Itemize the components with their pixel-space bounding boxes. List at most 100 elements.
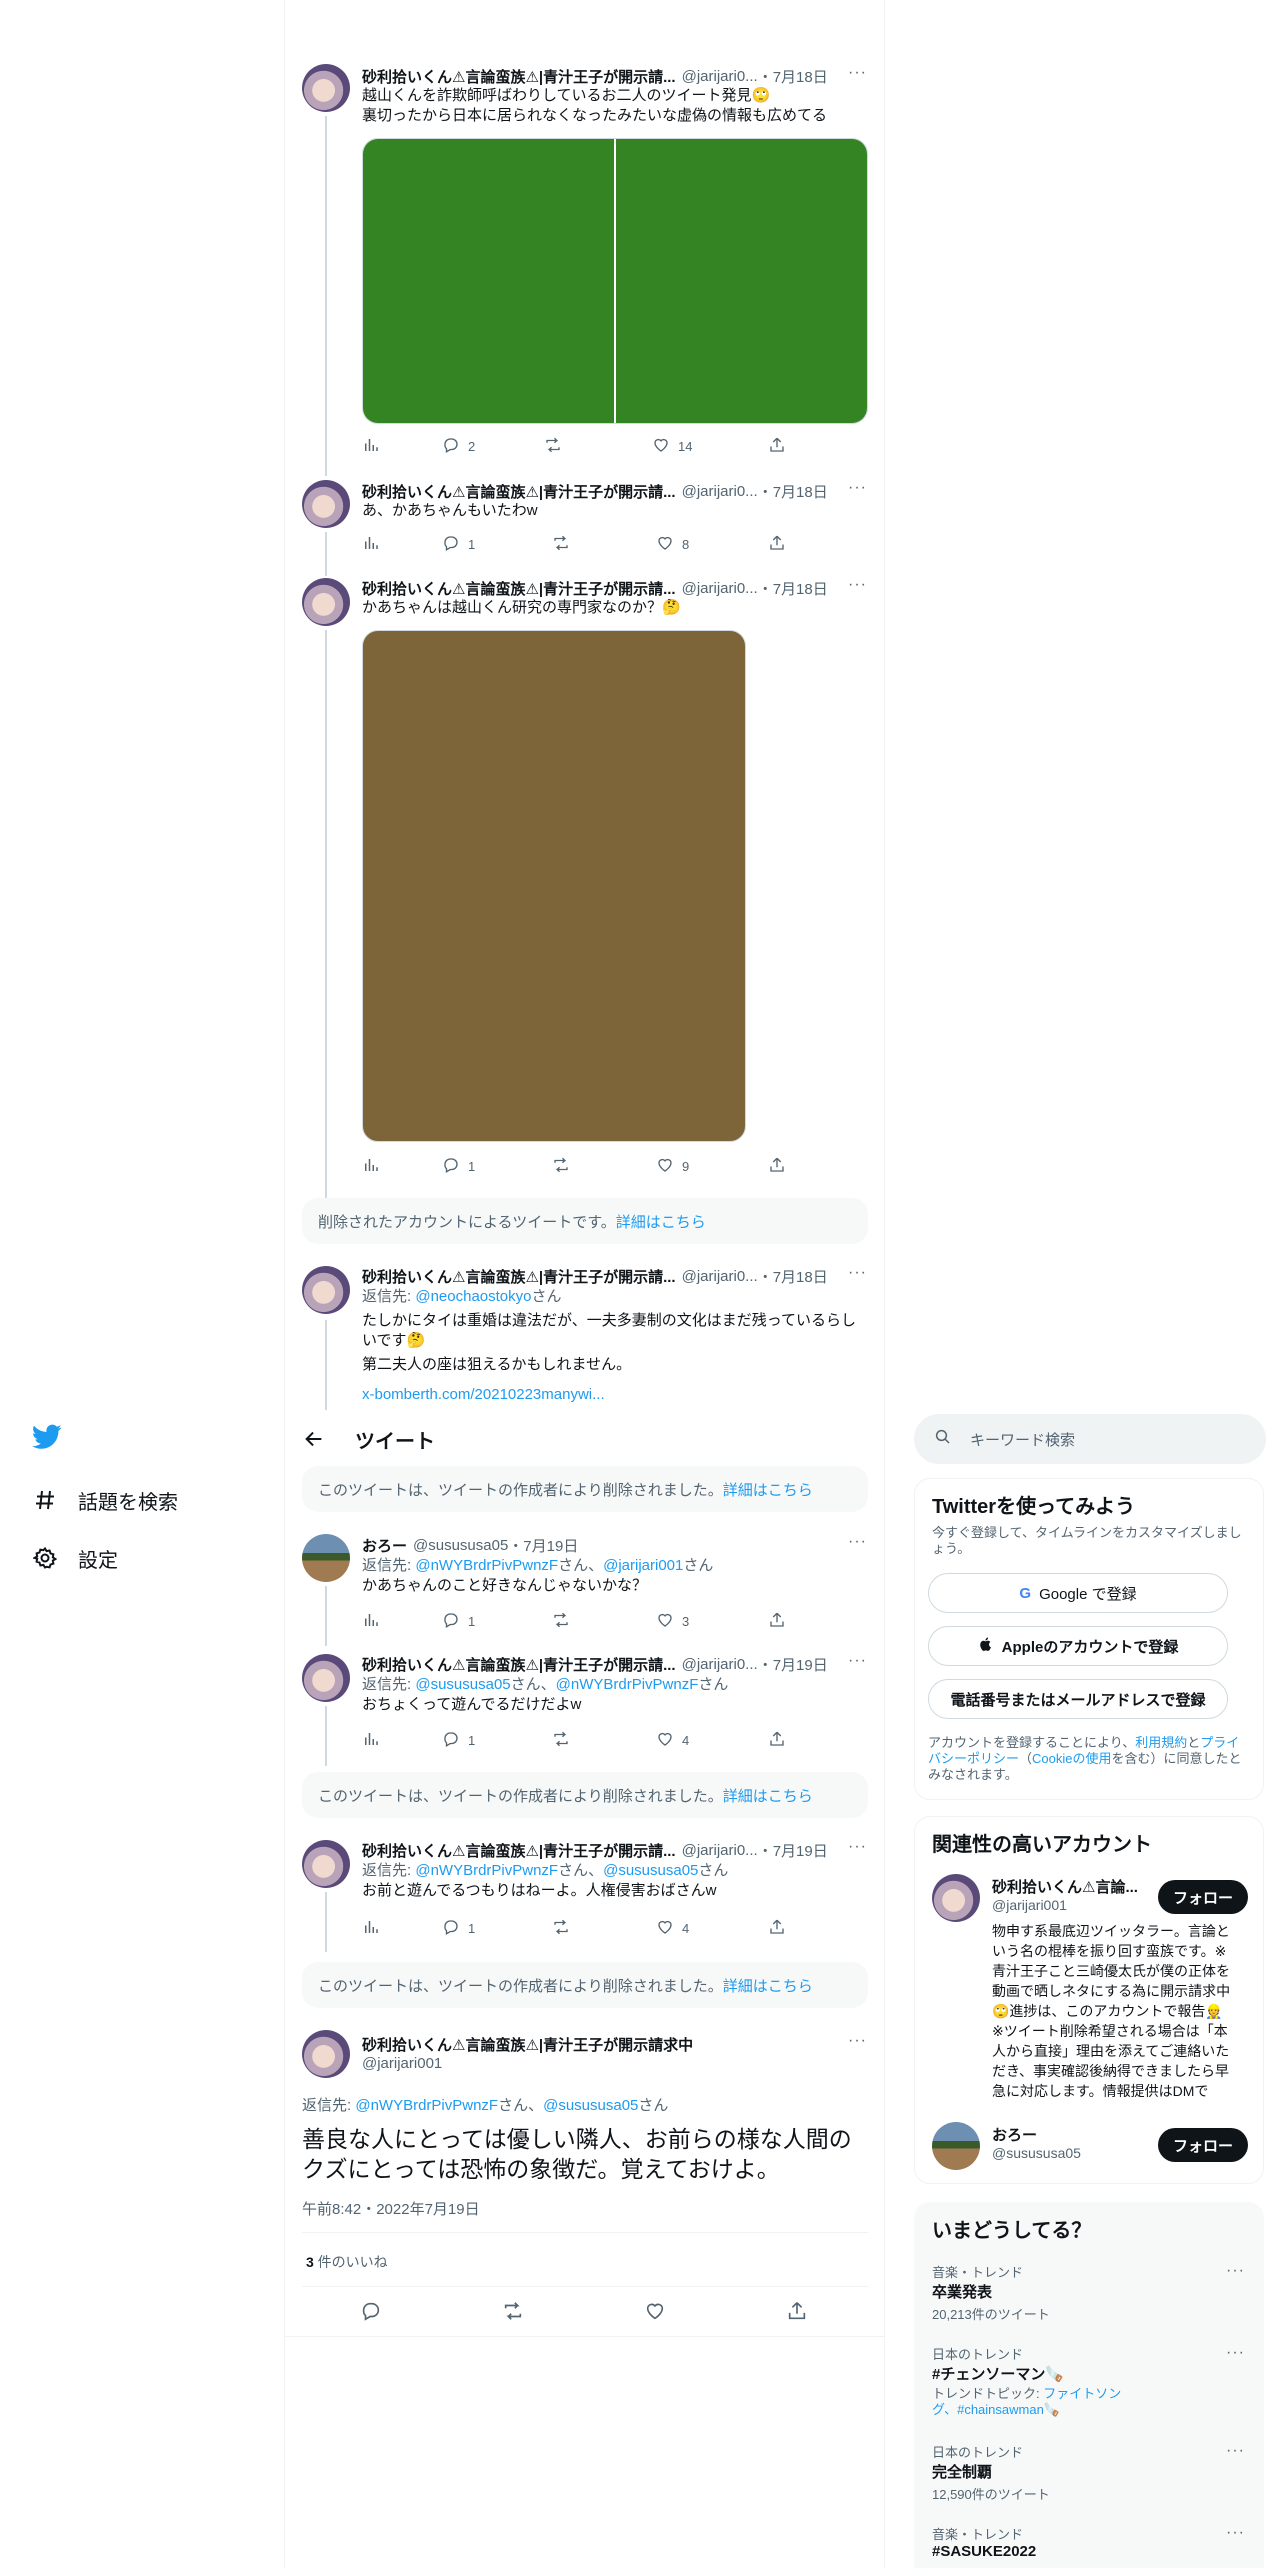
tweet-date[interactable]: ・7月18日 <box>758 578 828 599</box>
avatar[interactable] <box>302 1534 350 1582</box>
share-button[interactable] <box>768 436 786 456</box>
trend-topic-link[interactable]: ファイトソン <box>1043 2386 1121 2401</box>
follow-button[interactable]: フォロー <box>1158 1880 1248 1914</box>
views-button[interactable] <box>362 1730 380 1750</box>
more-icon[interactable]: ··· <box>1226 2262 1245 2280</box>
search-input[interactable]: キーワード検索 <box>970 1429 1075 1450</box>
tweet-author-handle[interactable]: @jarijari0... <box>682 483 758 500</box>
retweet-icon[interactable] <box>502 2300 524 2327</box>
learn-more-link[interactable]: 詳細はこちら <box>723 1975 813 1996</box>
mention-link[interactable]: @nWYBrdrPivPwnzF <box>415 1557 558 1574</box>
account-handle[interactable]: @jarijari001 <box>992 1897 1067 1913</box>
tweet-author-handle[interactable]: @jarijari0... <box>682 1656 758 1673</box>
like-button[interactable]: 8 <box>656 534 689 554</box>
tweet-author-handle[interactable]: @jarijari001 <box>362 2055 442 2072</box>
account-name[interactable]: 砂利拾いくん⚠言論... <box>992 1876 1138 1897</box>
like-button[interactable]: 9 <box>656 1156 689 1176</box>
reply-button[interactable]: 2 <box>442 436 475 456</box>
tweet-date[interactable]: ・7月18日 <box>758 481 828 502</box>
tweet-author-name[interactable]: 砂利拾いくん⚠言論蛮族⚠|青汁王子が開示請... <box>362 578 676 599</box>
trend-name[interactable]: 卒業発表 <box>932 2281 992 2302</box>
tweet-author-handle[interactable]: @susususa05 <box>413 1537 508 1554</box>
follow-button[interactable]: フォロー <box>1158 2128 1248 2162</box>
more-icon[interactable]: ··· <box>848 1533 867 1551</box>
arrow-left-icon[interactable] <box>303 1428 325 1450</box>
views-button[interactable] <box>362 534 380 554</box>
tweet-date[interactable]: ・7月18日 <box>758 1266 828 1287</box>
twitter-bird-icon[interactable] <box>32 1424 62 1450</box>
retweet-button[interactable] <box>552 1156 570 1176</box>
more-icon[interactable]: ··· <box>1226 2442 1245 2460</box>
tweet-link[interactable]: x-bomberth.com/20210223manywi... <box>362 1385 856 1405</box>
more-icon[interactable]: ··· <box>848 1652 867 1670</box>
tweet-author-handle[interactable]: @jarijari0... <box>682 1842 758 1859</box>
share-button[interactable] <box>768 1156 786 1176</box>
reply-button[interactable]: 1 <box>442 1918 475 1938</box>
tweet-author-handle[interactable]: @jarijari0... <box>682 68 758 85</box>
tweet-author-name[interactable]: 砂利拾いくん⚠言論蛮族⚠|青汁王子が開示請... <box>362 1654 676 1675</box>
like-button[interactable]: 3 <box>656 1611 689 1631</box>
avatar[interactable] <box>302 1266 350 1314</box>
more-icon[interactable]: ··· <box>848 2032 867 2050</box>
tweet-date[interactable]: ・7月19日 <box>508 1535 578 1556</box>
avatar[interactable] <box>302 2030 350 2078</box>
trend-name[interactable]: 完全制覇 <box>932 2461 992 2482</box>
mention-link[interactable]: @nWYBrdrPivPwnzF <box>556 1676 699 1693</box>
tweet-author-name[interactable]: おろー <box>362 1535 407 1556</box>
tweet-author-name[interactable]: 砂利拾いくん⚠言論蛮族⚠|青汁王子が開示請... <box>362 1266 676 1287</box>
mention-link[interactable]: @susususa05 <box>603 1862 698 1879</box>
views-button[interactable] <box>362 1156 380 1176</box>
tweet-date[interactable]: ・7月19日 <box>758 1840 828 1861</box>
more-icon[interactable]: ··· <box>848 576 867 594</box>
account-name[interactable]: おろー <box>992 2124 1037 2145</box>
avatar[interactable] <box>932 1874 980 1922</box>
tweet-media[interactable] <box>362 138 868 424</box>
tweet-date[interactable]: ・7月19日 <box>758 1654 828 1675</box>
tweet-image[interactable] <box>363 139 614 423</box>
avatar[interactable] <box>302 578 350 626</box>
nav-explore[interactable]: 話題を検索 <box>32 1480 178 1520</box>
more-icon[interactable]: ··· <box>848 1264 867 1282</box>
more-icon[interactable]: ··· <box>848 1838 867 1856</box>
mention-link[interactable]: @susususa05 <box>415 1676 510 1693</box>
avatar[interactable] <box>302 1840 350 1888</box>
more-icon[interactable]: ··· <box>1226 2524 1245 2542</box>
avatar[interactable] <box>932 2122 980 2170</box>
likes-summary[interactable]: 3 件のいいね <box>306 2252 388 2272</box>
tweet-author-name[interactable]: 砂利拾いくん⚠言論蛮族⚠|青汁王子が開示請... <box>362 66 676 87</box>
heart-icon[interactable] <box>644 2300 666 2327</box>
tweet-image[interactable] <box>616 139 867 423</box>
reply-button[interactable]: 1 <box>442 1611 475 1631</box>
tweet-author-name[interactable]: 砂利拾いくん⚠言論蛮族⚠|青汁王子が開示請求中 <box>362 2034 693 2055</box>
learn-more-link[interactable]: 詳細はこちら <box>616 1211 706 1232</box>
mention-link[interactable]: @nWYBrdrPivPwnzF <box>415 1862 558 1879</box>
account-handle[interactable]: @susususa05 <box>992 2145 1081 2161</box>
share-icon[interactable] <box>786 2300 808 2327</box>
tweet-timestamp[interactable]: 午前8:42・2022年7月19日 <box>302 2198 480 2219</box>
avatar[interactable] <box>302 1654 350 1702</box>
nav-settings[interactable]: 設定 <box>32 1538 118 1578</box>
share-button[interactable] <box>768 534 786 554</box>
terms-link[interactable]: 利用規約 <box>1135 1735 1187 1750</box>
views-button[interactable] <box>362 436 380 456</box>
retweet-button[interactable] <box>552 1918 570 1938</box>
learn-more-link[interactable]: 詳細はこちら <box>723 1785 813 1806</box>
like-button[interactable]: 14 <box>652 436 692 456</box>
mention-link[interactable]: @nWYBrdrPivPwnzF <box>355 2097 498 2114</box>
tweet-author-handle[interactable]: @jarijari0... <box>682 580 758 597</box>
avatar[interactable] <box>302 480 350 528</box>
google-signup-button[interactable]: G Google で登録 <box>928 1573 1228 1613</box>
retweet-button[interactable] <box>552 1730 570 1750</box>
retweet-button[interactable] <box>552 1611 570 1631</box>
views-button[interactable] <box>362 1611 380 1631</box>
trend-topic-link[interactable]: グ、#chainsawman🪚 <box>932 2402 1060 2417</box>
retweet-button[interactable] <box>544 436 562 456</box>
like-button[interactable]: 4 <box>656 1918 689 1938</box>
tweet-author-name[interactable]: 砂利拾いくん⚠言論蛮族⚠|青汁王子が開示請... <box>362 481 676 502</box>
share-button[interactable] <box>768 1611 786 1631</box>
trend-name[interactable]: #チェンソーマン🪚 <box>932 2363 1064 2384</box>
tweet-author-handle[interactable]: @jarijari0... <box>682 1268 758 1285</box>
cookie-link[interactable]: Cookieの使用 <box>1032 1751 1111 1766</box>
like-button[interactable]: 4 <box>656 1730 689 1750</box>
apple-signup-button[interactable]: Appleのアカウントで登録 <box>928 1626 1228 1666</box>
